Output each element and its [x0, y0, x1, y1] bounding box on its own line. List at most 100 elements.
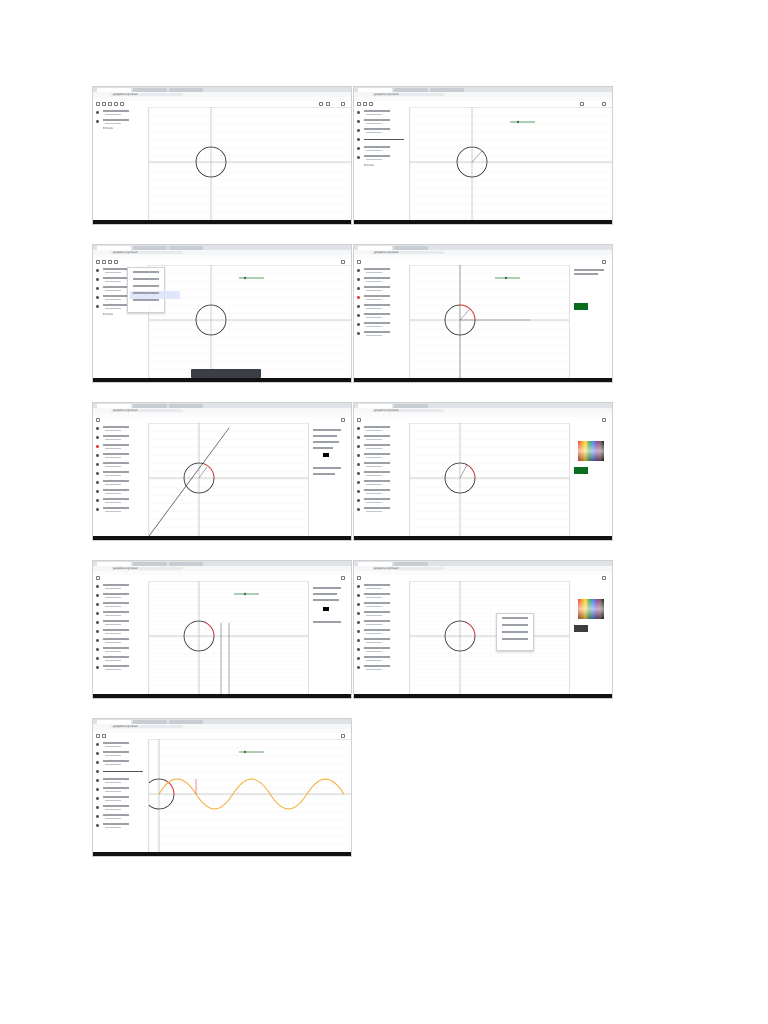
point-icon[interactable] — [363, 102, 367, 106]
algebra-row[interactable] — [356, 488, 406, 496]
algebra-row[interactable] — [95, 813, 145, 821]
algebra-row[interactable] — [356, 592, 406, 600]
circle-icon[interactable] — [114, 260, 118, 264]
algebra-row[interactable] — [356, 637, 406, 645]
notification-snackbar[interactable] — [191, 369, 261, 378]
algebra-row[interactable] — [356, 452, 406, 460]
line-icon[interactable] — [108, 102, 112, 106]
algebra-row[interactable] — [356, 619, 406, 627]
url-field[interactable]: geogebra.org/classic — [372, 93, 444, 96]
menu-item[interactable] — [499, 637, 549, 645]
algebra-row[interactable] — [95, 434, 145, 442]
url-field[interactable]: geogebra.org/classic — [111, 725, 183, 728]
undo-icon[interactable] — [319, 102, 323, 106]
move-icon[interactable] — [357, 260, 361, 264]
algebra-row[interactable] — [95, 750, 145, 758]
graphics-view[interactable] — [410, 107, 612, 220]
line-icon[interactable] — [369, 102, 373, 106]
algebra-row[interactable] — [356, 321, 406, 329]
move-icon[interactable] — [357, 102, 361, 106]
algebra-row[interactable] — [356, 154, 406, 162]
algebra-row[interactable] — [356, 276, 406, 284]
selected-color-swatch[interactable] — [574, 625, 588, 632]
redo-icon[interactable] — [326, 102, 330, 106]
graphics-view[interactable] — [410, 265, 570, 378]
algebra-row[interactable] — [356, 610, 406, 618]
algebra-row[interactable] — [356, 646, 406, 654]
color-palette[interactable] — [578, 599, 604, 619]
algebra-row[interactable] — [356, 479, 406, 487]
algebra-row[interactable] — [95, 118, 145, 126]
graphics-view[interactable] — [149, 107, 351, 220]
graphics-view[interactable] — [149, 265, 351, 378]
move-icon[interactable] — [96, 576, 100, 580]
algebra-row[interactable] — [356, 583, 406, 591]
algebra-row[interactable] — [356, 294, 406, 302]
algebra-row[interactable] — [356, 470, 406, 478]
graphics-view[interactable] — [149, 423, 309, 536]
url-field[interactable]: geogebra.org/classic — [372, 409, 444, 412]
algebra-row[interactable] — [95, 479, 145, 487]
algebra-row[interactable] — [356, 434, 406, 442]
url-field[interactable]: geogebra.org/classic — [372, 251, 444, 254]
color-palette[interactable] — [578, 441, 604, 461]
move-icon[interactable] — [96, 102, 100, 106]
algebra-row[interactable] — [95, 795, 145, 803]
circle-icon[interactable] — [114, 102, 118, 106]
menu-icon[interactable] — [341, 260, 345, 264]
url-field[interactable]: geogebra.org/classic — [111, 93, 183, 96]
algebra-row[interactable] — [95, 470, 145, 478]
algebra-row[interactable] — [356, 118, 406, 126]
menu-icon[interactable] — [602, 260, 606, 264]
algebra-slider-row[interactable] — [356, 136, 406, 144]
color-swatch[interactable] — [323, 453, 329, 457]
algebra-row[interactable] — [95, 497, 145, 505]
algebra-row[interactable] — [356, 443, 406, 451]
algebra-row[interactable] — [95, 601, 145, 609]
menu-icon[interactable] — [602, 576, 606, 580]
selected-color-swatch[interactable] — [574, 467, 588, 474]
algebra-row[interactable] — [95, 637, 145, 645]
algebra-row[interactable] — [95, 425, 145, 433]
algebra-row[interactable] — [356, 425, 406, 433]
algebra-row[interactable] — [356, 109, 406, 117]
undo-icon[interactable] — [580, 102, 584, 106]
move-icon[interactable] — [96, 260, 100, 264]
point-icon[interactable] — [102, 260, 106, 264]
algebra-row[interactable] — [95, 759, 145, 767]
move-icon[interactable] — [357, 418, 361, 422]
algebra-row[interactable] — [356, 145, 406, 153]
point-icon[interactable] — [102, 734, 106, 738]
algebra-row[interactable] — [95, 822, 145, 830]
algebra-row[interactable] — [95, 488, 145, 496]
algebra-row[interactable] — [356, 312, 406, 320]
algebra-row[interactable] — [95, 664, 145, 672]
slider-icon[interactable] — [120, 102, 124, 106]
input-caption[interactable]: Entrada — [364, 164, 374, 167]
algebra-row[interactable] — [95, 786, 145, 794]
menu-icon[interactable] — [341, 102, 345, 106]
move-icon[interactable] — [96, 418, 100, 422]
algebra-row[interactable] — [95, 506, 145, 514]
algebra-row[interactable] — [356, 628, 406, 636]
menu-icon[interactable] — [341, 418, 345, 422]
algebra-row[interactable] — [95, 109, 145, 117]
algebra-row[interactable] — [356, 461, 406, 469]
input-caption[interactable]: Entrada — [103, 127, 113, 130]
algebra-row[interactable] — [356, 267, 406, 275]
algebra-row[interactable] — [95, 628, 145, 636]
move-icon[interactable] — [96, 734, 100, 738]
url-field[interactable]: geogebra.org/classic — [372, 567, 444, 570]
algebra-row[interactable] — [95, 583, 145, 591]
color-swatch[interactable] — [323, 607, 329, 611]
menu-icon[interactable] — [602, 102, 606, 106]
algebra-row[interactable] — [356, 497, 406, 505]
algebra-row[interactable] — [95, 452, 145, 460]
algebra-row[interactable] — [356, 655, 406, 663]
url-field[interactable]: geogebra.org/classic — [111, 567, 183, 570]
algebra-row[interactable] — [356, 506, 406, 514]
algebra-slider-row[interactable] — [95, 768, 145, 776]
point-icon[interactable] — [102, 102, 106, 106]
algebra-row[interactable] — [95, 610, 145, 618]
algebra-row[interactable] — [95, 655, 145, 663]
